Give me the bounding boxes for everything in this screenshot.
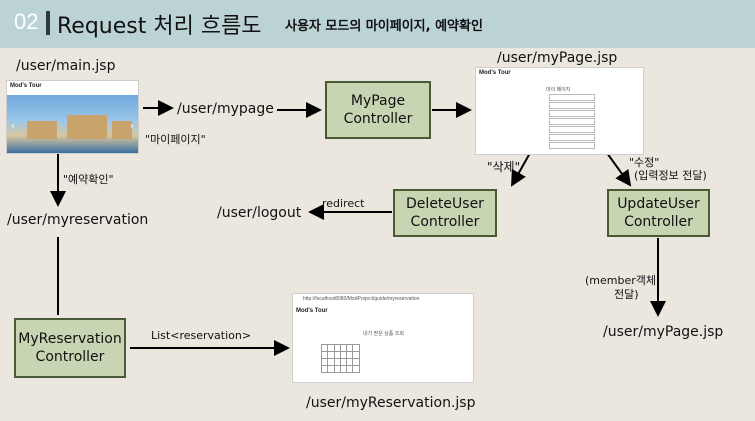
list-reservation-label: List<reservation> bbox=[151, 329, 252, 342]
mypage-thumbnail: Mod's Tour 마이 페이지 bbox=[475, 67, 644, 155]
myreservation-controller-box: MyReservation Controller bbox=[14, 318, 126, 378]
mypage-jsp-label: /user/myPage.jsp bbox=[497, 50, 618, 66]
reservation-url-bar: http://localhost8080/ModProject/guide/my… bbox=[303, 296, 420, 302]
member-object-label-2: 전달) bbox=[614, 288, 639, 301]
updateuser-controller-box: UpdateUser Controller bbox=[607, 189, 710, 237]
reservation-brand: Mod's Tour bbox=[296, 308, 328, 314]
arrow-mypagejsp-to-update bbox=[606, 152, 632, 187]
main-page-thumbnail: Mod's Tour ‹ › bbox=[6, 80, 139, 154]
mypage-brand: Mod's Tour bbox=[479, 70, 511, 76]
mypage-heading: 마이 페이지 bbox=[546, 87, 571, 93]
mypage-form bbox=[516, 93, 596, 150]
reservation-link-label: "예약확인" bbox=[63, 173, 114, 186]
myreservation-jsp-label: /user/myReservation.jsp bbox=[306, 395, 476, 411]
reservation-heading: 내가 받은 상품 조회 bbox=[363, 331, 404, 337]
mypage-jsp-bottom-label: /user/myPage.jsp bbox=[603, 324, 724, 340]
mypage-link-label: "마이페이지" bbox=[145, 133, 206, 146]
chevron-left-icon: ‹ bbox=[11, 121, 15, 132]
reservation-table bbox=[320, 344, 360, 373]
update-action-detail: (입력정보 전달) bbox=[634, 169, 707, 182]
deleteuser-controller-box: DeleteUser Controller bbox=[393, 189, 497, 237]
delete-action-label: "삭제" bbox=[487, 160, 521, 174]
myreservation-url-label: /user/myreservation bbox=[7, 212, 149, 228]
mypage-controller-box: MyPage Controller bbox=[325, 81, 431, 139]
redirect-label: redirect bbox=[322, 197, 365, 210]
main-jsp-label: /user/main.jsp bbox=[16, 58, 116, 74]
mypage-url-label: /user/mypage bbox=[177, 101, 274, 117]
chevron-right-icon: › bbox=[130, 121, 134, 132]
banner-image bbox=[7, 95, 138, 153]
logout-url-label: /user/logout bbox=[217, 205, 302, 221]
myreservation-thumbnail: http://localhost8080/ModProject/guide/my… bbox=[292, 293, 474, 383]
